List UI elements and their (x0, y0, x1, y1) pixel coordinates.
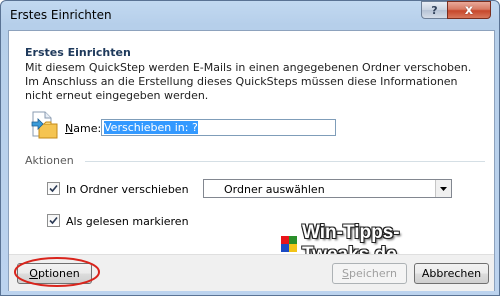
checkmark-icon (49, 216, 58, 225)
actions-section-label: Aktionen (25, 154, 74, 167)
watermark-logo (281, 236, 297, 252)
dropdown-button[interactable] (435, 180, 451, 197)
folder-select[interactable]: Ordner auswählen (203, 179, 452, 198)
name-label: Name: (65, 122, 102, 135)
save-button[interactable]: Speichern (332, 263, 407, 284)
section-divider (85, 161, 485, 162)
close-button[interactable]: x (447, 1, 491, 19)
window-title: Erstes Einrichten (10, 8, 112, 22)
name-input[interactable]: Verschieben in: ? (101, 119, 336, 136)
mark-as-read-checkbox[interactable] (47, 214, 60, 227)
dialog-description: Mit diesem QuickStep werden E-Mails in e… (25, 61, 472, 102)
dialog-content: Erstes Einrichten Mit diesem QuickStep w… (8, 30, 495, 291)
mark-as-read-label[interactable]: Als gelesen markieren (66, 215, 189, 228)
folder-arrow-icon (31, 111, 58, 139)
move-to-folder-checkbox[interactable] (47, 182, 60, 195)
help-icon: ? (431, 3, 438, 17)
dialog-heading: Erstes Einrichten (25, 46, 131, 59)
chevron-down-icon (440, 186, 447, 191)
title-bar[interactable]: Erstes Einrichten ? x (1, 1, 499, 29)
close-icon: x (464, 2, 474, 18)
checkmark-icon (49, 184, 58, 193)
folder-select-value: Ordner auswählen (224, 183, 325, 196)
move-to-folder-label[interactable]: In Ordner verschieben (66, 183, 189, 196)
dialog-window: Erstes Einrichten ? x Erstes Einrichten … (0, 0, 500, 296)
help-button[interactable]: ? (421, 1, 448, 19)
cancel-button[interactable]: Abbrechen (414, 263, 489, 284)
highlight-ellipse (14, 257, 100, 287)
name-input-value: Verschieben in: ? (104, 121, 198, 134)
